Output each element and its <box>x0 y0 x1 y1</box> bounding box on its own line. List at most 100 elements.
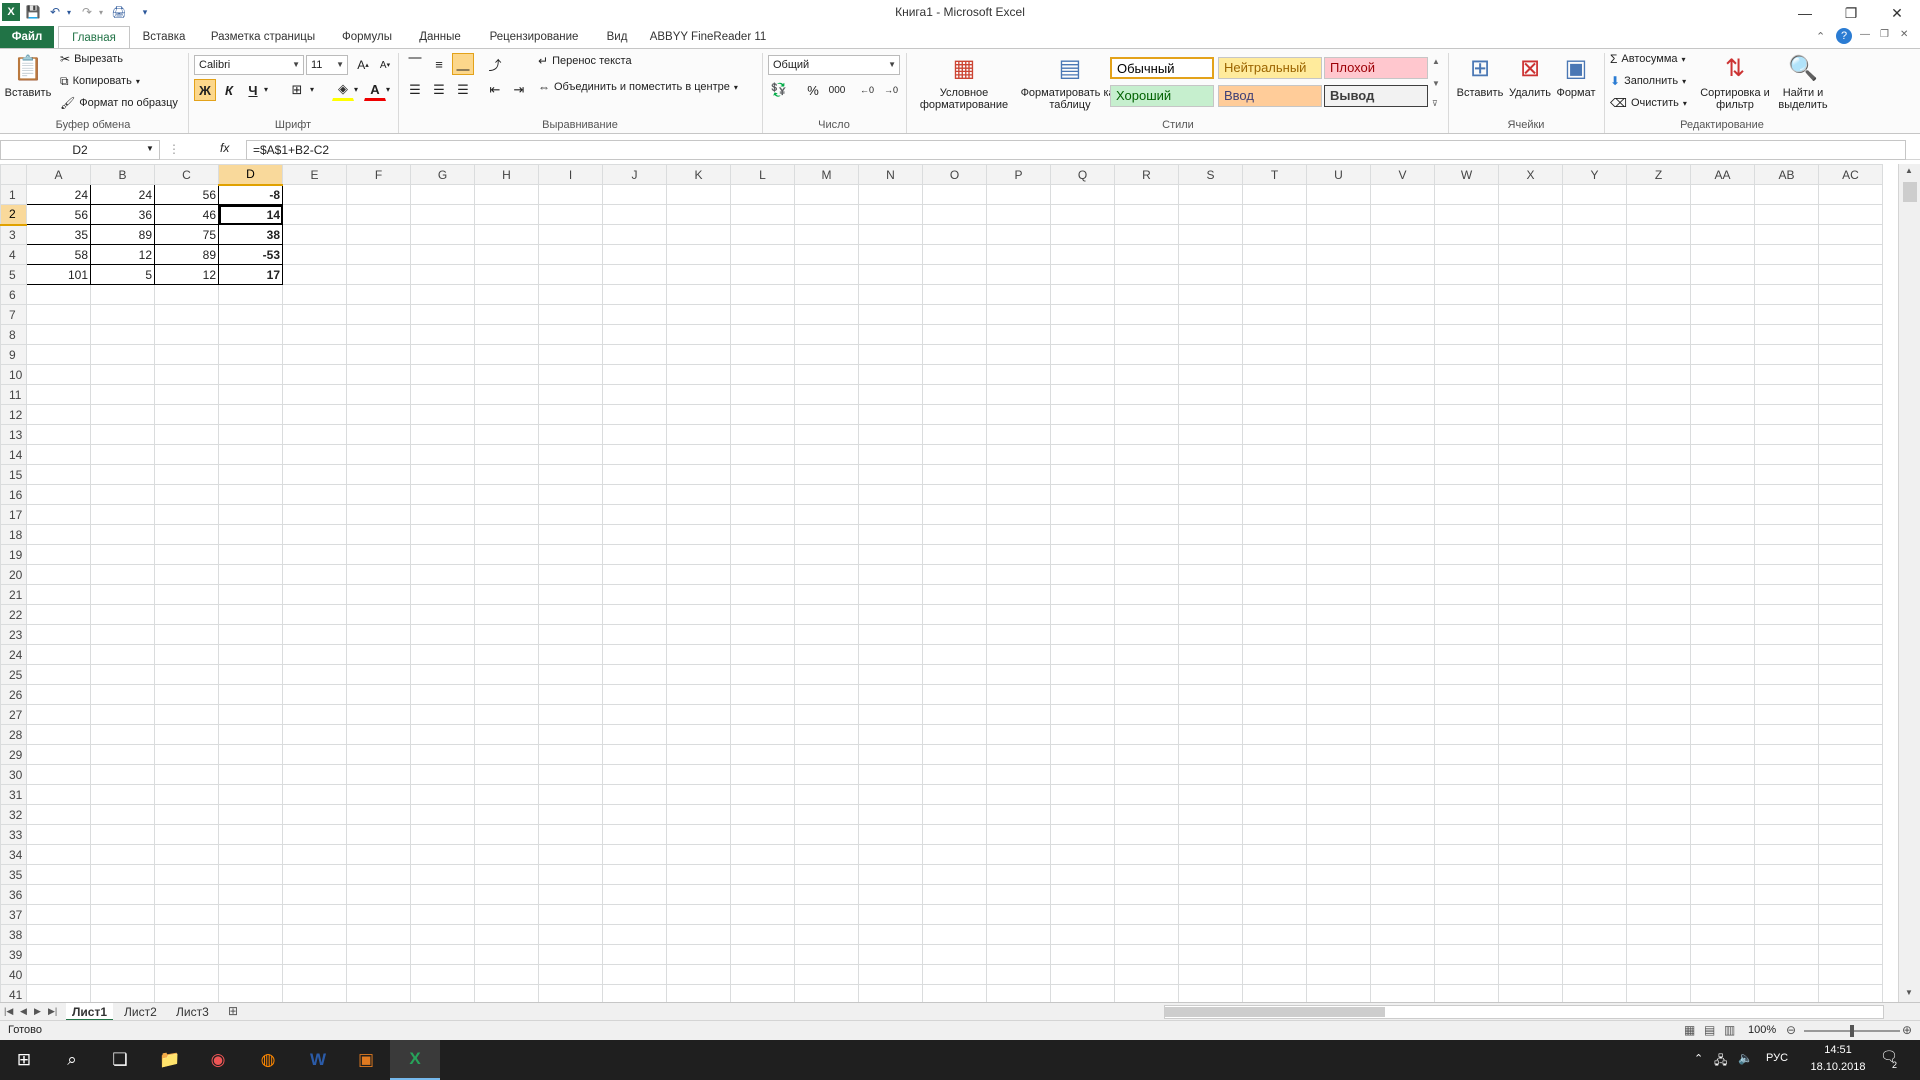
align-top-icon[interactable]: ⎺ <box>404 53 426 75</box>
cell-v17[interactable] <box>1370 504 1435 525</box>
cell-j4[interactable] <box>602 244 667 265</box>
copy-button[interactable]: ⧉ Копировать ▾ <box>60 75 140 87</box>
cell-f5[interactable] <box>346 264 411 285</box>
cell-v29[interactable] <box>1370 744 1435 765</box>
cell-n16[interactable] <box>858 484 923 505</box>
cell-y41[interactable] <box>1562 984 1627 1002</box>
cell-w20[interactable] <box>1434 564 1499 585</box>
column-header-o[interactable]: O <box>922 164 987 185</box>
cell-n6[interactable] <box>858 284 923 305</box>
column-header-e[interactable]: E <box>282 164 347 185</box>
cell-q38[interactable] <box>1050 924 1115 945</box>
cell-a8[interactable] <box>26 324 91 345</box>
cell-ab29[interactable] <box>1754 744 1819 765</box>
column-header-w[interactable]: W <box>1434 164 1499 185</box>
cell-g10[interactable] <box>410 364 475 385</box>
cell-u1[interactable] <box>1306 184 1371 205</box>
cell-l40[interactable] <box>730 964 795 985</box>
cell-x8[interactable] <box>1498 324 1563 345</box>
finereader-icon[interactable]: ▣ <box>342 1040 390 1080</box>
cell-t36[interactable] <box>1242 884 1307 905</box>
cell-u24[interactable] <box>1306 644 1371 665</box>
cell-ab28[interactable] <box>1754 724 1819 745</box>
cell-c29[interactable] <box>154 744 219 765</box>
cell-z32[interactable] <box>1626 804 1691 825</box>
cell-q7[interactable] <box>1050 304 1115 325</box>
cell-m5[interactable] <box>794 264 859 285</box>
cell-k17[interactable] <box>666 504 731 525</box>
cell-s34[interactable] <box>1178 844 1243 865</box>
cell-i12[interactable] <box>538 404 603 425</box>
cell-u23[interactable] <box>1306 624 1371 645</box>
scroll-down-icon[interactable]: ▼ <box>1905 988 1913 997</box>
cell-u25[interactable] <box>1306 664 1371 685</box>
cell-u18[interactable] <box>1306 524 1371 545</box>
cell-w12[interactable] <box>1434 404 1499 425</box>
cell-ab32[interactable] <box>1754 804 1819 825</box>
cell-b13[interactable] <box>90 424 155 445</box>
cell-p22[interactable] <box>986 604 1051 625</box>
cell-b2[interactable]: 36 <box>90 204 155 225</box>
cell-n7[interactable] <box>858 304 923 325</box>
cell-t17[interactable] <box>1242 504 1307 525</box>
column-header-a[interactable]: A <box>26 164 91 185</box>
cell-o23[interactable] <box>922 624 987 645</box>
cell-g9[interactable] <box>410 344 475 365</box>
cell-t7[interactable] <box>1242 304 1307 325</box>
cell-u29[interactable] <box>1306 744 1371 765</box>
cell-v40[interactable] <box>1370 964 1435 985</box>
cell-q1[interactable] <box>1050 184 1115 205</box>
cell-z14[interactable] <box>1626 444 1691 465</box>
column-header-p[interactable]: P <box>986 164 1051 185</box>
cell-r28[interactable] <box>1114 724 1179 745</box>
cell-c39[interactable] <box>154 944 219 965</box>
cell-c24[interactable] <box>154 644 219 665</box>
cell-p29[interactable] <box>986 744 1051 765</box>
merge-center-button[interactable]: ⇔ Объединить и поместить в центре ▾ <box>538 81 738 93</box>
cell-j13[interactable] <box>602 424 667 445</box>
cell-ab4[interactable] <box>1754 244 1819 265</box>
cell-aa30[interactable] <box>1690 764 1755 785</box>
cell-h1[interactable] <box>474 184 539 205</box>
clear-button[interactable]: ⌫ Очистить ▾ <box>1610 97 1687 109</box>
cell-aa41[interactable] <box>1690 984 1755 1002</box>
cell-b10[interactable] <box>90 364 155 385</box>
cell-f27[interactable] <box>346 704 411 725</box>
cell-m39[interactable] <box>794 944 859 965</box>
cell-r25[interactable] <box>1114 664 1179 685</box>
cell-g18[interactable] <box>410 524 475 545</box>
cell-d2[interactable]: 14 <box>218 204 283 225</box>
cell-w39[interactable] <box>1434 944 1499 965</box>
cell-e17[interactable] <box>282 504 347 525</box>
cell-c14[interactable] <box>154 444 219 465</box>
cell-i28[interactable] <box>538 724 603 745</box>
cell-b40[interactable] <box>90 964 155 985</box>
cell-y14[interactable] <box>1562 444 1627 465</box>
cell-l2[interactable] <box>730 204 795 225</box>
cell-r17[interactable] <box>1114 504 1179 525</box>
cell-c11[interactable] <box>154 384 219 405</box>
currency-icon[interactable]: 💱 <box>768 79 790 101</box>
cell-ab19[interactable] <box>1754 544 1819 565</box>
style-output[interactable]: Вывод <box>1324 85 1428 107</box>
cell-g25[interactable] <box>410 664 475 685</box>
cell-x40[interactable] <box>1498 964 1563 985</box>
cell-b3[interactable]: 89 <box>90 224 155 245</box>
row-header-24[interactable]: 24 <box>0 644 27 665</box>
cell-r18[interactable] <box>1114 524 1179 545</box>
cell-q21[interactable] <box>1050 584 1115 605</box>
cell-a13[interactable] <box>26 424 91 445</box>
cell-t34[interactable] <box>1242 844 1307 865</box>
cell-b41[interactable] <box>90 984 155 1002</box>
fill-button[interactable]: ⬇ Заполнить ▾ <box>1610 75 1686 87</box>
cell-e5[interactable] <box>282 264 347 285</box>
cell-ac35[interactable] <box>1818 864 1883 885</box>
cell-m28[interactable] <box>794 724 859 745</box>
column-header-r[interactable]: R <box>1114 164 1179 185</box>
cell-aa15[interactable] <box>1690 464 1755 485</box>
cell-g24[interactable] <box>410 644 475 665</box>
cell-e24[interactable] <box>282 644 347 665</box>
close-icon[interactable]: ✕ <box>1874 0 1920 26</box>
cell-o28[interactable] <box>922 724 987 745</box>
cell-d4[interactable]: -53 <box>218 244 283 265</box>
